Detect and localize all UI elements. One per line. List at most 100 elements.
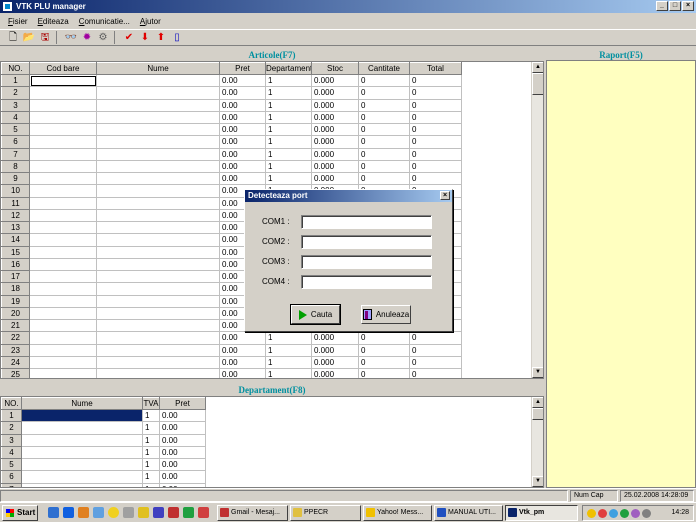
- articole-col-header[interactable]: NO.: [1, 62, 30, 75]
- departament-cell[interactable]: 1: [265, 355, 312, 370]
- nume-cell[interactable]: [96, 343, 220, 357]
- app-quicklaunch-icon[interactable]: [168, 507, 179, 518]
- pret-cell[interactable]: 0.00: [219, 171, 266, 186]
- table-row[interactable]: 1 0.00 1 0.000 0 0: [1, 73, 462, 88]
- total-cell[interactable]: 0: [409, 110, 462, 125]
- cod-bare-cell[interactable]: [29, 367, 97, 378]
- total-cell[interactable]: 0: [409, 122, 462, 137]
- cod-bare-cell[interactable]: [29, 196, 97, 210]
- menu-fisier[interactable]: Fisier: [8, 17, 28, 26]
- cod-bare-cell[interactable]: [29, 355, 97, 370]
- nume-cell[interactable]: [96, 367, 220, 378]
- task-ppecr[interactable]: PPECR: [290, 505, 361, 521]
- row-number[interactable]: 21: [1, 318, 30, 333]
- total-cell[interactable]: 0: [409, 367, 462, 378]
- nume-cell[interactable]: [96, 184, 220, 198]
- nume-cell[interactable]: [96, 98, 220, 112]
- departament-cell[interactable]: 1: [265, 367, 312, 378]
- nume-cell[interactable]: [96, 355, 220, 370]
- departament-cell[interactable]: 1: [265, 135, 312, 149]
- open-folder-icon[interactable]: 📂: [22, 31, 36, 45]
- dialog-title-bar[interactable]: Detecteaza port ×: [245, 190, 452, 202]
- menu-editeaza[interactable]: Editeaza: [38, 17, 69, 26]
- cod-bare-cell[interactable]: [29, 184, 97, 198]
- cod-bare-cell[interactable]: [29, 220, 97, 235]
- articole-col-header[interactable]: Departament: [265, 62, 312, 75]
- articole-col-header[interactable]: Total: [409, 62, 462, 75]
- row-number[interactable]: 3: [1, 98, 30, 112]
- cod-bare-cell[interactable]: [29, 257, 97, 272]
- pret-cell[interactable]: 0.00: [219, 73, 266, 88]
- stoc-cell[interactable]: 0.000: [311, 98, 359, 112]
- nume-cell[interactable]: [21, 457, 143, 472]
- row-number[interactable]: 3: [1, 433, 22, 447]
- nume-cell[interactable]: [96, 282, 220, 296]
- pret-cell[interactable]: 0.00: [219, 98, 266, 112]
- total-cell[interactable]: 0: [409, 171, 462, 186]
- row-number[interactable]: 9: [1, 171, 30, 186]
- departament-cell[interactable]: 1: [265, 159, 312, 174]
- cod-bare-cell[interactable]: [29, 98, 97, 112]
- row-number[interactable]: 13: [1, 220, 30, 235]
- articole-col-header[interactable]: Cantitate: [358, 62, 410, 75]
- stoc-cell[interactable]: 0.000: [311, 135, 359, 149]
- internet-explorer-icon[interactable]: [63, 507, 74, 518]
- row-number[interactable]: 19: [1, 294, 30, 308]
- cod-bare-cell[interactable]: [29, 343, 97, 357]
- cod-bare-cell[interactable]: [29, 318, 97, 333]
- nume-cell[interactable]: [96, 220, 220, 235]
- table-row[interactable]: 2 1 0.00: [1, 421, 206, 435]
- scroll-down-button[interactable]: ▼: [532, 476, 543, 487]
- row-number[interactable]: 24: [1, 355, 30, 370]
- messenger-icon[interactable]: [108, 507, 119, 518]
- tray-app-icon[interactable]: [631, 509, 640, 518]
- nume-cell[interactable]: [96, 147, 220, 161]
- nume-cell[interactable]: [96, 306, 220, 321]
- cancel-button[interactable]: Anuleaza: [361, 305, 411, 324]
- cod-bare-cell[interactable]: [29, 73, 97, 88]
- table-row[interactable]: 1 1 0.00: [1, 408, 206, 423]
- row-number[interactable]: 1: [1, 408, 22, 423]
- departament-cell[interactable]: 1: [265, 147, 312, 161]
- table-row[interactable]: 5 0.00 1 0.000 0 0: [1, 122, 462, 137]
- task-gmail[interactable]: Gmail - Mesaj...: [217, 505, 288, 521]
- tray-messenger-icon[interactable]: [587, 509, 596, 518]
- cantitate-cell[interactable]: 0: [358, 135, 410, 149]
- articole-col-header[interactable]: Nume: [96, 62, 220, 75]
- departament-col-header[interactable]: Pret: [159, 397, 206, 410]
- table-row[interactable]: 4 0.00 1 0.000 0 0: [1, 110, 462, 125]
- row-number[interactable]: 5: [1, 457, 22, 472]
- cod-bare-cell[interactable]: [29, 159, 97, 174]
- cod-bare-cell[interactable]: [29, 171, 97, 186]
- total-cell[interactable]: 0: [409, 159, 462, 174]
- cantitate-cell[interactable]: 0: [358, 110, 410, 125]
- row-number[interactable]: 15: [1, 245, 30, 259]
- stoc-cell[interactable]: 0.000: [311, 122, 359, 137]
- nume-cell[interactable]: [96, 331, 220, 345]
- nume-cell[interactable]: [96, 135, 220, 149]
- stoc-cell[interactable]: 0.000: [311, 343, 359, 357]
- cod-bare-cell[interactable]: [29, 233, 97, 247]
- cantitate-cell[interactable]: 0: [358, 171, 410, 186]
- nume-cell[interactable]: [96, 159, 220, 174]
- row-number[interactable]: 22: [1, 331, 30, 345]
- cantitate-cell[interactable]: 0: [358, 343, 410, 357]
- pret-cell[interactable]: 0.00: [219, 355, 266, 370]
- nume-cell[interactable]: [96, 208, 220, 223]
- departament-cell[interactable]: 1: [265, 98, 312, 112]
- nume-cell[interactable]: [21, 421, 143, 435]
- table-row[interactable]: 6 1 0.00: [1, 470, 206, 484]
- total-cell[interactable]: 0: [409, 98, 462, 112]
- cod-bare-cell[interactable]: [29, 208, 97, 223]
- stoc-cell[interactable]: 0.000: [311, 355, 359, 370]
- table-row[interactable]: 9 0.00 1 0.000 0 0: [1, 171, 462, 186]
- pret-cell[interactable]: 0.00: [219, 86, 266, 100]
- cantitate-cell[interactable]: 0: [358, 147, 410, 161]
- departament-cell[interactable]: 1: [265, 73, 312, 88]
- nume-cell[interactable]: [96, 233, 220, 247]
- tva-cell[interactable]: 1: [142, 421, 160, 435]
- new-file-icon[interactable]: 🗋: [6, 31, 20, 45]
- cantitate-cell[interactable]: 0: [358, 367, 410, 378]
- row-number[interactable]: 23: [1, 343, 30, 357]
- tva-cell[interactable]: 1: [142, 408, 160, 423]
